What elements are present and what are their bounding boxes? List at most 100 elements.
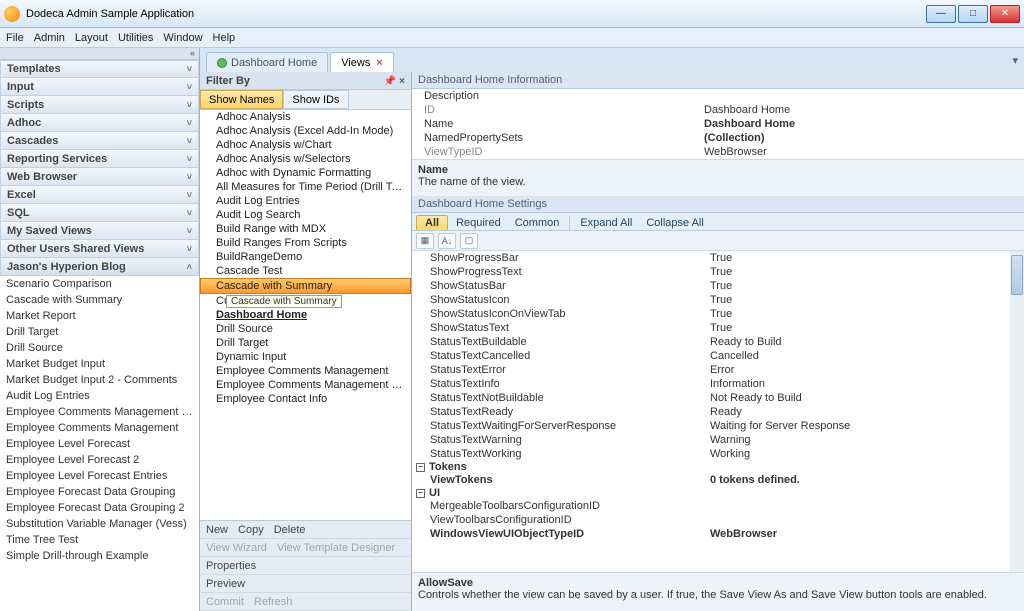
property-row[interactable]: StatusTextErrorError bbox=[412, 363, 1024, 377]
property-row[interactable]: ViewToolbarsConfigurationID bbox=[412, 513, 1024, 527]
cmd-commit[interactable]: Commit bbox=[206, 596, 244, 608]
cmd-copy[interactable]: Copy bbox=[238, 524, 264, 536]
list-item[interactable]: Employee Forecast Data Grouping 2 bbox=[0, 500, 199, 516]
property-row[interactable]: ShowStatusBarTrue bbox=[412, 279, 1024, 293]
close-panel-icon[interactable]: × bbox=[399, 76, 405, 87]
property-row[interactable]: StatusTextWorkingWorking bbox=[412, 447, 1024, 461]
property-row[interactable]: ShowStatusIconOnViewTabTrue bbox=[412, 307, 1024, 321]
list-item[interactable]: BuildRangeDemo bbox=[200, 250, 411, 264]
list-item[interactable]: Employee Level Forecast Entries bbox=[0, 468, 199, 484]
props-icon[interactable]: ▢ bbox=[460, 233, 478, 249]
list-item[interactable]: Cascade with Summary bbox=[0, 292, 199, 308]
scroll-thumb[interactable] bbox=[1011, 255, 1023, 295]
accordion-item[interactable]: Other Users Shared Views˅ bbox=[0, 240, 199, 258]
accordion-open-section[interactable]: Jason's Hyperion Blog ˄ bbox=[0, 258, 199, 276]
list-item[interactable]: Employee Contact Info bbox=[200, 392, 411, 406]
cmd-view-template-designer[interactable]: View Template Designer bbox=[277, 542, 395, 554]
collapse-icon[interactable]: − bbox=[416, 489, 425, 498]
list-item[interactable]: Market Report bbox=[0, 308, 199, 324]
list-item[interactable]: Drill Target bbox=[200, 336, 411, 350]
property-row[interactable]: ShowProgressTextTrue bbox=[412, 265, 1024, 279]
info-row[interactable]: NamedPropertySets(Collection) bbox=[412, 131, 1024, 145]
minimize-button[interactable]: — bbox=[926, 5, 956, 23]
accordion-item[interactable]: Scripts˅ bbox=[0, 96, 199, 114]
list-item[interactable]: Market Budget Input bbox=[0, 356, 199, 372]
cmd-properties[interactable]: Properties bbox=[206, 560, 256, 572]
list-item[interactable]: Adhoc Analysis w/Chart bbox=[200, 138, 411, 152]
list-item[interactable]: Audit Log Entries bbox=[0, 388, 199, 404]
collapse-icon[interactable]: − bbox=[416, 463, 425, 472]
list-item[interactable]: Employee Comments Management (Es... bbox=[200, 378, 411, 392]
list-item[interactable]: Build Range with MDX bbox=[200, 222, 411, 236]
cmd-preview[interactable]: Preview bbox=[206, 578, 245, 590]
accordion-item[interactable]: Excel˅ bbox=[0, 186, 199, 204]
accordion-item[interactable]: Input˅ bbox=[0, 78, 199, 96]
property-row[interactable]: WindowsViewUIObjectTypeIDWebBrowser bbox=[412, 527, 1024, 541]
property-category[interactable]: −Tokens bbox=[412, 461, 1024, 473]
menu-admin[interactable]: Admin bbox=[34, 32, 65, 44]
list-item[interactable]: Employee Comments Management bbox=[0, 420, 199, 436]
property-row[interactable]: StatusTextBuildableReady to Build bbox=[412, 335, 1024, 349]
list-item[interactable]: Substitution Variable Manager (Vess) bbox=[0, 516, 199, 532]
list-item[interactable]: Audit Log Search bbox=[200, 208, 411, 222]
settings-tab-all[interactable]: All bbox=[416, 215, 448, 230]
list-item[interactable]: Audit Log Entries bbox=[200, 194, 411, 208]
toggle-show-ids[interactable]: Show IDs bbox=[283, 90, 348, 109]
menu-layout[interactable]: Layout bbox=[75, 32, 108, 44]
maximize-button[interactable]: □ bbox=[958, 5, 988, 23]
list-item[interactable]: Scenario Comparison bbox=[0, 276, 199, 292]
list-item-current[interactable]: Dashboard Home bbox=[200, 308, 411, 322]
cmd-delete[interactable]: Delete bbox=[274, 524, 306, 536]
list-item[interactable]: Employee Comments Management bbox=[200, 364, 411, 378]
pin-icon[interactable]: 📌 bbox=[384, 76, 396, 87]
categorize-icon[interactable]: ▦ bbox=[416, 233, 434, 249]
list-item[interactable]: Adhoc with Dynamic Formatting bbox=[200, 166, 411, 180]
info-row[interactable]: NameDashboard Home bbox=[412, 117, 1024, 131]
settings-tab-required[interactable]: Required bbox=[450, 216, 507, 230]
list-item[interactable]: Employee Comments Management (Es... bbox=[0, 404, 199, 420]
toggle-show-names[interactable]: Show Names bbox=[200, 90, 283, 109]
accordion-item[interactable]: SQL˅ bbox=[0, 204, 199, 222]
property-row[interactable]: ShowStatusTextTrue bbox=[412, 321, 1024, 335]
menu-utilities[interactable]: Utilities bbox=[118, 32, 153, 44]
info-row[interactable]: ViewTypeIDWebBrowser bbox=[412, 145, 1024, 159]
accordion-item[interactable]: Adhoc˅ bbox=[0, 114, 199, 132]
accordion-item[interactable]: Reporting Services˅ bbox=[0, 150, 199, 168]
list-item[interactable]: Simple Drill-through Example bbox=[0, 548, 199, 564]
list-item[interactable]: Employee Level Forecast 2 bbox=[0, 452, 199, 468]
accordion-item[interactable]: My Saved Views˅ bbox=[0, 222, 199, 240]
menu-window[interactable]: Window bbox=[163, 32, 202, 44]
list-item[interactable]: Employee Forecast Data Grouping bbox=[0, 484, 199, 500]
accordion-item[interactable]: Templates˅ bbox=[0, 60, 199, 78]
left-collapse-icon[interactable]: « bbox=[190, 48, 195, 58]
list-item[interactable]: Adhoc Analysis (Excel Add-In Mode) bbox=[200, 124, 411, 138]
settings-tab-common[interactable]: Common bbox=[509, 216, 566, 230]
property-row[interactable]: ShowProgressBarTrue bbox=[412, 251, 1024, 265]
settings-collapse-all[interactable]: Collapse All bbox=[640, 216, 709, 230]
scrollbar[interactable] bbox=[1010, 251, 1024, 572]
property-row[interactable]: StatusTextNotBuildableNot Ready to Build bbox=[412, 391, 1024, 405]
property-row[interactable]: StatusTextReadyReady bbox=[412, 405, 1024, 419]
list-item[interactable]: Employee Level Forecast bbox=[0, 436, 199, 452]
settings-expand-all[interactable]: Expand All bbox=[574, 216, 638, 230]
close-button[interactable]: ✕ bbox=[990, 5, 1020, 23]
list-item[interactable]: Adhoc Analysis bbox=[200, 110, 411, 124]
cmd-new[interactable]: New bbox=[206, 524, 228, 536]
property-category[interactable]: −UI bbox=[412, 487, 1024, 499]
property-row[interactable]: MergeableToolbarsConfigurationID bbox=[412, 499, 1024, 513]
accordion-item[interactable]: Web Browser˅ bbox=[0, 168, 199, 186]
tab-views[interactable]: Views × bbox=[330, 52, 394, 72]
tab-dashboard-home[interactable]: Dashboard Home bbox=[206, 52, 328, 72]
info-row[interactable]: Description bbox=[412, 89, 1024, 103]
list-item[interactable]: Build Ranges From Scripts bbox=[200, 236, 411, 250]
list-item[interactable]: Cascade Test bbox=[200, 264, 411, 278]
property-row[interactable]: StatusTextInfoInformation bbox=[412, 377, 1024, 391]
list-item[interactable]: Time Tree Test bbox=[0, 532, 199, 548]
menu-file[interactable]: File bbox=[6, 32, 24, 44]
property-row[interactable]: StatusTextWaitingForServerResponseWaitin… bbox=[412, 419, 1024, 433]
cmd-refresh[interactable]: Refresh bbox=[254, 596, 293, 608]
list-item[interactable]: Drill Source bbox=[0, 340, 199, 356]
property-row[interactable]: ViewTokens0 tokens defined. bbox=[412, 473, 1024, 487]
list-item[interactable]: Drill Target bbox=[0, 324, 199, 340]
sort-icon[interactable]: A↓ bbox=[438, 233, 456, 249]
